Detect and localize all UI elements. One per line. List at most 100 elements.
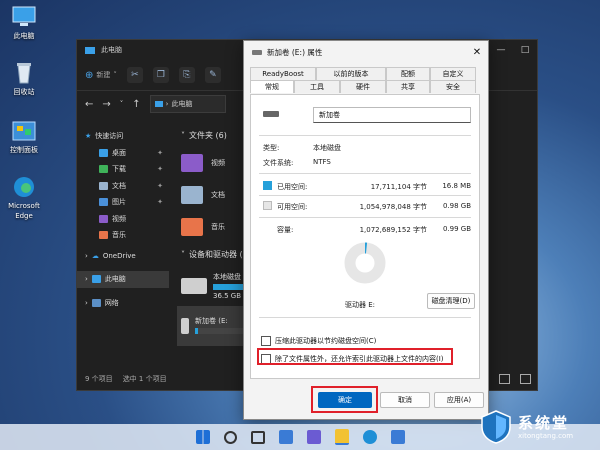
- disk-cleanup-button[interactable]: 磁盘清理(D): [427, 293, 475, 309]
- address-text: 此电脑: [171, 100, 193, 108]
- divider: [259, 317, 471, 318]
- address-bar[interactable]: › 此电脑: [149, 95, 226, 113]
- copy-icon[interactable]: ❐: [152, 67, 169, 83]
- volume-name-input[interactable]: 新加卷: [313, 107, 471, 123]
- drive-letter-label: 驱动器 E:: [345, 301, 376, 309]
- capacity-size: 0.99 GB: [442, 225, 471, 233]
- hard-drive-icon: [181, 318, 189, 334]
- tiles-view-icon[interactable]: [520, 374, 531, 384]
- sidebar-item-quick-access[interactable]: ★ 快速访问: [77, 128, 169, 145]
- tab-tools[interactable]: 工具: [294, 80, 340, 93]
- sidebar-item-downloads[interactable]: 下载 ✦: [77, 161, 169, 178]
- up-arrow-icon[interactable]: ↑: [132, 99, 140, 110]
- sidebar-item-pictures[interactable]: 图片 ✦: [77, 194, 169, 211]
- store-icon[interactable]: [390, 430, 405, 444]
- video-folder-icon: [181, 154, 203, 172]
- free-space-swatch: [263, 201, 272, 210]
- free-space-label: 可用空间:: [277, 203, 308, 211]
- pin-icon: ✦: [157, 198, 163, 207]
- general-tab-panel: 新加卷 类型: 本地磁盘 文件系统: NTFS 已用空间: 17,711,104…: [250, 94, 480, 379]
- free-space-bytes: 1,054,978,048 字节: [359, 203, 427, 211]
- details-view-icon[interactable]: [499, 374, 510, 384]
- rename-icon[interactable]: ✎: [204, 67, 221, 83]
- desktop-icon-label: 回收站: [13, 88, 35, 96]
- drive-item-selected[interactable]: 新加卷 (E:: [177, 306, 251, 346]
- status-item-count: 9 个项目: [85, 375, 113, 383]
- forward-arrow-icon[interactable]: →: [102, 99, 110, 110]
- sidebar-item-this-pc[interactable]: › 此电脑: [77, 271, 169, 288]
- sidebar-item-music[interactable]: 音乐: [77, 227, 169, 244]
- folders-header-label: 文件夹 (6): [189, 131, 227, 140]
- compress-checkbox-label: 压缩此驱动器以节约磁盘空间(C): [275, 337, 377, 345]
- desktop-icon-this-pc[interactable]: 此电脑: [4, 6, 44, 41]
- checkbox-box[interactable]: [261, 336, 271, 346]
- sidebar-item-onedrive[interactable]: › ☁ OneDrive: [77, 248, 169, 265]
- sidebar-item-label: 音乐: [112, 231, 126, 240]
- compress-checkbox[interactable]: 压缩此驱动器以节约磁盘空间(C): [261, 336, 376, 346]
- tab-quota[interactable]: 配额: [386, 67, 430, 80]
- index-checkbox[interactable]: 除了文件属性外，还允许索引此驱动器上文件的内容(I): [261, 354, 444, 364]
- desktop-folder-icon: [99, 148, 108, 157]
- task-view-icon[interactable]: [250, 430, 265, 444]
- chevron-down-icon[interactable]: ˅: [120, 100, 124, 108]
- tab-hardware[interactable]: 硬件: [340, 80, 386, 93]
- dialog-title-bar: 新加卷 (E:) 属性: [244, 41, 488, 63]
- dialog-title: 新加卷 (E:) 属性: [267, 47, 323, 57]
- file-explorer-icon[interactable]: [334, 429, 349, 445]
- tab-readyboost[interactable]: ReadyBoost: [250, 67, 316, 80]
- download-icon: [99, 165, 108, 174]
- desktop-icon-recycle-bin[interactable]: 回收站: [4, 62, 44, 97]
- sidebar-item-videos[interactable]: 视频: [77, 211, 169, 228]
- folder-label: 文档: [211, 191, 225, 199]
- tab-security[interactable]: 安全: [430, 80, 476, 93]
- pin-icon: ✦: [157, 148, 163, 157]
- back-arrow-icon[interactable]: ←: [85, 99, 93, 110]
- chevron-down-icon: ˅: [113, 71, 117, 79]
- tab-customize[interactable]: 自定义: [430, 67, 476, 80]
- music-folder-icon: [181, 218, 203, 236]
- chevron-down-icon: ˅: [181, 250, 185, 259]
- close-icon[interactable]: ✕: [466, 41, 488, 63]
- ok-button[interactable]: 确定: [318, 392, 372, 408]
- sidebar-item-documents[interactable]: 文档 ✦: [77, 178, 169, 195]
- widgets-icon[interactable]: [278, 430, 293, 444]
- sidebar-item-desktop[interactable]: 桌面 ✦: [77, 145, 169, 162]
- desktop-icon-control-panel[interactable]: 控制面板: [4, 120, 44, 155]
- paste-icon[interactable]: ⎘: [178, 67, 195, 83]
- search-icon[interactable]: [223, 430, 237, 444]
- disk-usage-donut: [344, 242, 386, 284]
- used-space-label: 已用空间:: [277, 183, 308, 191]
- chat-icon[interactable]: [306, 430, 321, 444]
- pin-icon: ✦: [157, 181, 163, 190]
- edge-icon[interactable]: [362, 430, 377, 444]
- new-button[interactable]: ⊕ 新建 ˅: [85, 70, 117, 81]
- drive-icon: [263, 111, 279, 117]
- sidebar-item-network[interactable]: › 网络: [77, 295, 169, 312]
- status-selected-count: 选中 1 个项目: [122, 375, 167, 383]
- apply-button[interactable]: 应用(A): [434, 392, 484, 408]
- sidebar-item-label: 视频: [112, 214, 126, 223]
- video-icon: [99, 214, 108, 223]
- maximize-icon[interactable]: □: [513, 40, 537, 60]
- desktop-icon-label: 此电脑: [13, 32, 35, 40]
- drive-icon: [252, 49, 262, 55]
- cancel-button[interactable]: 取消: [380, 392, 430, 408]
- desktop-icon-edge[interactable]: Microsoft Edge: [4, 176, 44, 221]
- type-label: 类型:: [263, 144, 280, 152]
- devices-header-label: 设备和驱动器 (2: [189, 250, 248, 259]
- divider: [259, 173, 471, 174]
- checkbox-box[interactable]: [261, 354, 271, 364]
- recycle-bin-icon: [11, 62, 37, 84]
- minimize-icon[interactable]: —: [489, 40, 513, 60]
- windows-start-icon[interactable]: [195, 430, 210, 444]
- cut-icon[interactable]: ✂: [126, 67, 143, 83]
- sidebar-item-label: 下载: [112, 165, 126, 174]
- sidebar-item-label: 快速访问: [95, 132, 124, 141]
- hard-drive-icon: [181, 278, 207, 294]
- sidebar-item-label: 桌面: [112, 148, 126, 157]
- explorer-title: 此电脑: [101, 46, 122, 54]
- tab-previous-versions[interactable]: 以前的版本: [316, 67, 386, 80]
- control-panel-icon: [11, 120, 37, 142]
- tab-sharing[interactable]: 共享: [386, 80, 430, 93]
- tab-general[interactable]: 常规: [250, 80, 294, 93]
